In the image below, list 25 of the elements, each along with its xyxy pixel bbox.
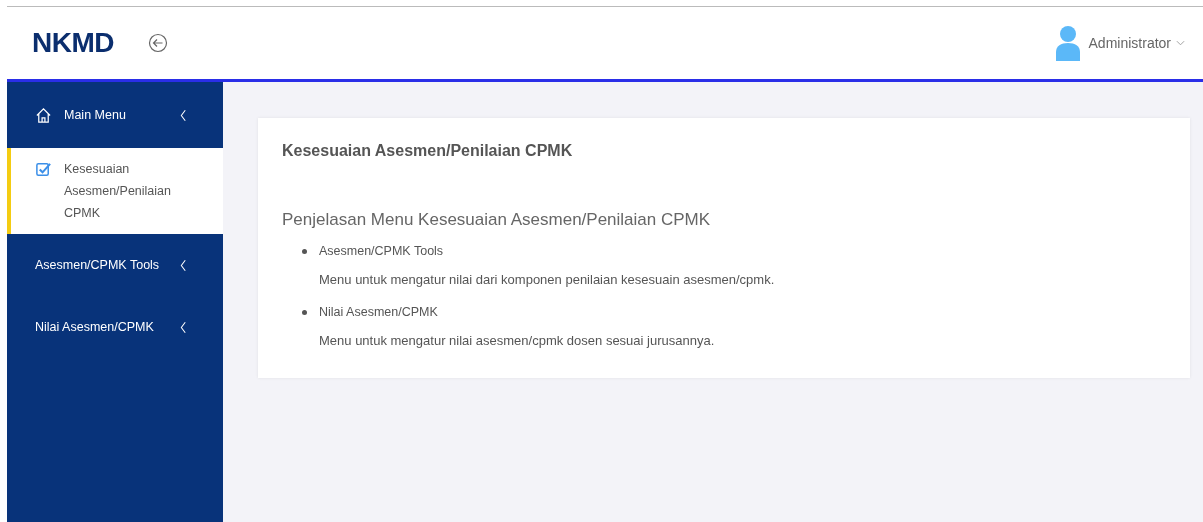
chevron-left-icon [180,108,187,122]
menu-label: Kesesuaian Asesmen/Penilaian CPMK [64,161,172,222]
logo-text: NKMD [32,27,114,59]
sidebar-item[interactable]: Asesmen/CPMK Tools [7,234,223,296]
chevron-left-icon [180,320,187,334]
user-menu[interactable]: Administrator [1054,25,1185,61]
section-heading: Penjelasan Menu Kesesuaian Asesmen/Penilaian CPMK [282,210,712,230]
menu-label: Main Menu [64,108,126,122]
sidebar-item[interactable]: Nilai Asesmen/CPMK [7,296,223,358]
caret-icon [1176,40,1185,46]
card-title: Kesesuaian Asesmen/Penilaian CPMK [282,142,574,160]
home-icon [35,106,52,124]
menu-label: Nilai Asesmen/CPMK [35,320,154,334]
menu-name: Nilai Asesmen/CPMK [319,305,438,319]
bullet-icon [302,248,307,254]
menu-description: Menu untuk mengatur nilai dari komponen penilaian kesesuain asesmen/cpmk. [319,272,776,287]
chevron-left-icon [180,258,187,272]
bullet-icon [302,309,307,315]
sidebar-item[interactable]: Main Menu [7,82,223,148]
user-silhouette-icon [1054,25,1081,61]
sidebar-item[interactable]: Kesesuaian Asesmen/Penilaian CPMK [7,148,223,234]
menu-description: Menu untuk mengatur nilai asesmen/cpmk dosen sesuai jurusannya. [319,333,716,348]
menu-label: Asesmen/CPMK Tools [35,258,160,272]
menu-name: Asesmen/CPMK Tools [319,244,444,258]
checkbox-icon [35,161,52,178]
